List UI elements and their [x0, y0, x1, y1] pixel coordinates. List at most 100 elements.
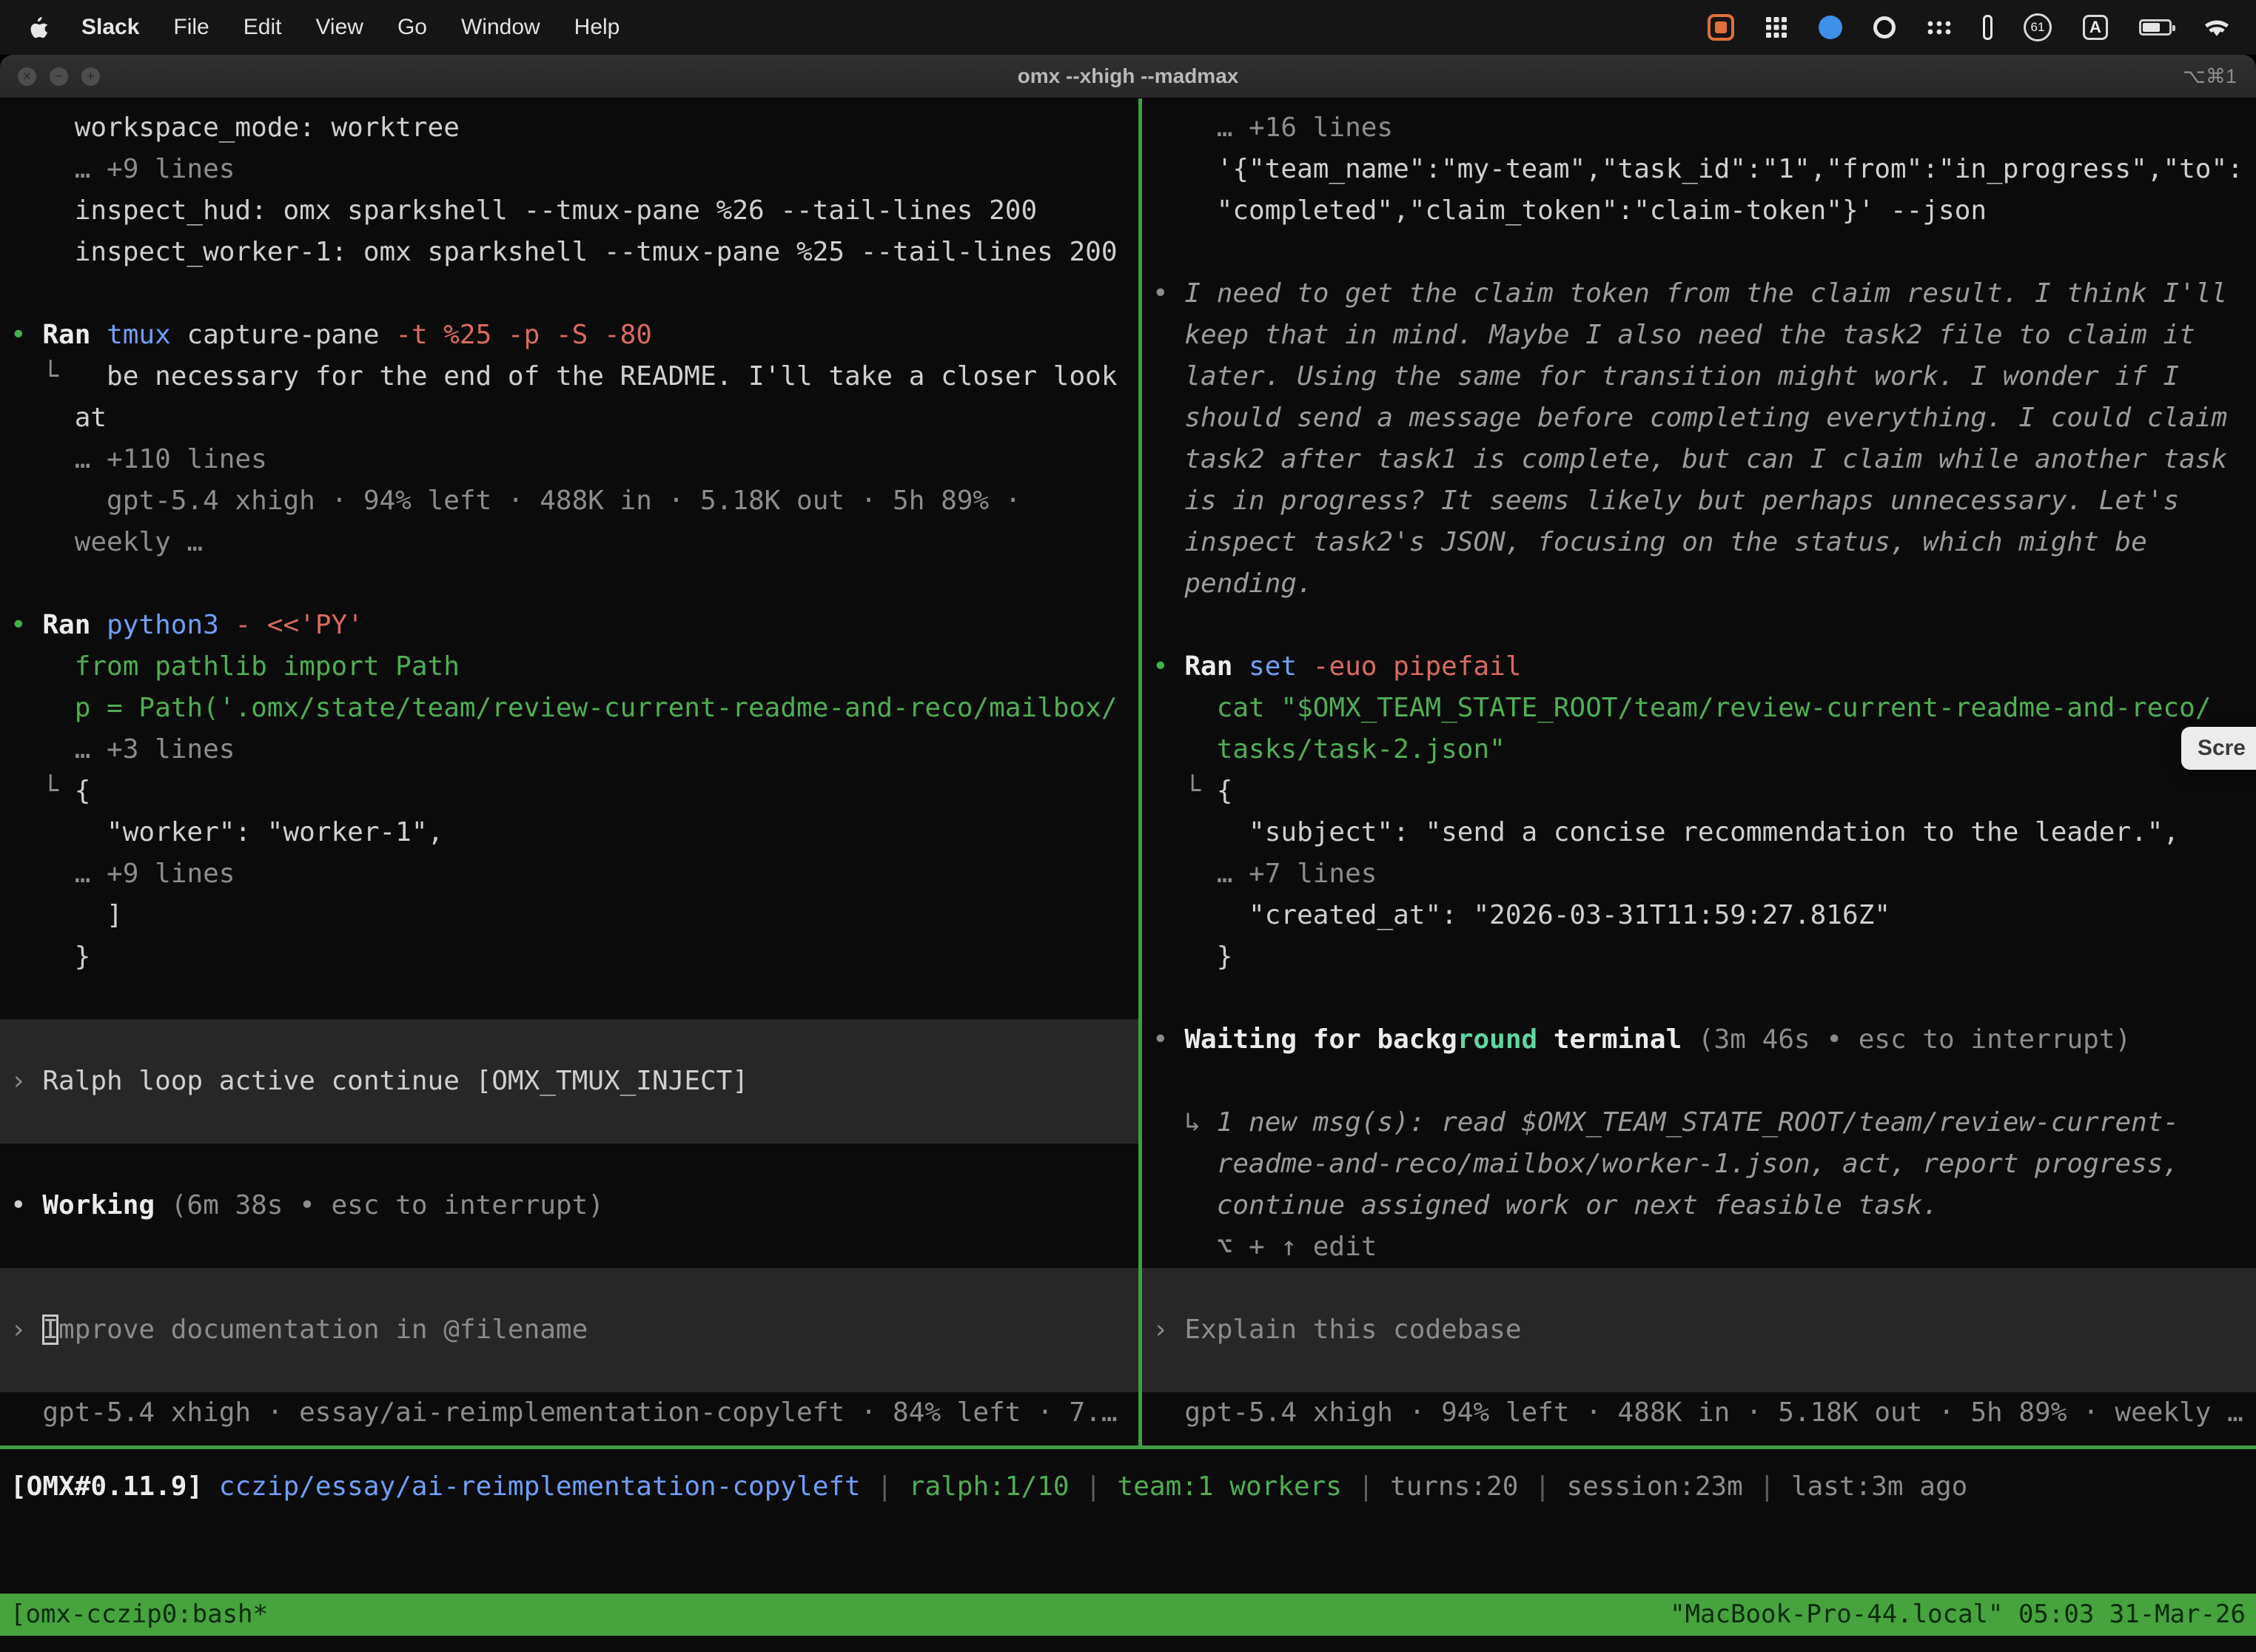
terminal-line: } [0, 936, 1138, 978]
screenshot-popup[interactable]: Scre [2181, 727, 2256, 770]
terminal-line: readme-and-reco/mailbox/worker-1.json, a… [1142, 1144, 2256, 1185]
terminal-line [1142, 605, 2256, 646]
terminal-line: p = Path('.omx/state/team/review-current… [0, 688, 1138, 729]
terminal-line: "created_at": "2026-03-31T11:59:27.816Z" [1142, 895, 2256, 936]
terminal-line [0, 978, 1138, 1019]
waiting-status: • Waiting for background terminal (3m 46… [1142, 1019, 2256, 1061]
terminal-line [1142, 978, 2256, 1019]
slim-app-icon[interactable] [1983, 15, 1993, 40]
terminal-line: inspect_hud: omx sparkshell --tmux-pane … [0, 190, 1138, 232]
terminal-line: '{"team_name":"my-team","task_id":"1","f… [1142, 149, 2256, 190]
tmux-pane-right[interactable]: … +16 lines '{"team_name":"my-team","tas… [1142, 98, 2256, 1446]
ring-app-icon[interactable] [1873, 16, 1896, 38]
window-shortcut-hint: ⌥⌘1 [2183, 65, 2237, 88]
omx-hud-pane: [OMX#0.11.9] cczip/essay/ai-reimplementa… [0, 1466, 2256, 1508]
minimize-button[interactable]: − [50, 67, 68, 86]
tmux-pane-left[interactable]: workspace_mode: worktree … +9 lines insp… [0, 98, 1138, 1446]
terminal-line: later. Using the same for transition mig… [1142, 356, 2256, 397]
terminal-line: cat "$OMX_TEAM_STATE_ROOT/team/review-cu… [1142, 688, 2256, 729]
ralph-status-line: › Ralph loop active continue [OMX_TMUX_I… [0, 1061, 1138, 1102]
tmux-status-bar: [omx-cczip0:bash* "MacBook-Pro-44.local"… [0, 1594, 2256, 1636]
menu-bar: Slack File Edit View Go Window Help 61 A [0, 0, 2256, 55]
menu-file[interactable]: File [173, 15, 209, 40]
apple-menu-icon[interactable] [30, 16, 47, 38]
terminal-line [1142, 1061, 2256, 1102]
terminal-line [0, 563, 1138, 605]
tmux-pane-border-horizontal [0, 1446, 2256, 1449]
terminal-line: is in progress? It seems likely but perh… [1142, 480, 2256, 522]
wifi-icon[interactable] [2203, 17, 2231, 38]
menu-window[interactable]: Window [461, 15, 540, 40]
close-button[interactable]: × [18, 67, 36, 86]
terminal-line: └ { [0, 770, 1138, 812]
terminal-line: keep that in mind. Maybe I also need the… [1142, 315, 2256, 356]
terminal-line: at [0, 397, 1138, 439]
terminal-line: tasks/task-2.json" [1142, 729, 2256, 770]
terminal-line: … +7 lines [1142, 853, 2256, 895]
terminal-line: └ be necessary for the end of the README… [0, 356, 1138, 397]
terminal-line [1142, 232, 2256, 273]
terminal-line: weekly … [0, 522, 1138, 563]
blue-app-icon[interactable] [1819, 16, 1842, 39]
terminal-line: from pathlib import Path [0, 646, 1138, 688]
zoom-button[interactable]: + [81, 67, 100, 86]
pane-status-line: gpt-5.4 xhigh · essay/ai-reimplementatio… [0, 1392, 1138, 1434]
terminal-line [1142, 1351, 2256, 1392]
terminal-line [0, 1019, 1138, 1061]
menu-edit[interactable]: Edit [244, 15, 282, 40]
terminal-line: • Ran python3 - <<'PY' [0, 605, 1138, 646]
menu-help[interactable]: Help [574, 15, 620, 40]
terminal-line [0, 1351, 1138, 1392]
terminal-line: inspect task2's JSON, focusing on the st… [1142, 522, 2256, 563]
terminal-line: workspace_mode: worktree [0, 107, 1138, 149]
working-status: • Working (6m 38s • esc to interrupt) [0, 1185, 1138, 1226]
terminal-line [0, 1268, 1138, 1309]
terminal-line: … +9 lines [0, 853, 1138, 895]
thinking-text: • I need to get the claim token from the… [1142, 273, 2256, 315]
terminal-line: inspect_worker-1: omx sparkshell --tmux-… [0, 232, 1138, 273]
terminal-line: } [1142, 936, 2256, 978]
input-source-icon[interactable]: A [2083, 15, 2108, 40]
terminal-line: └ { [1142, 770, 2256, 812]
terminal-line: … +110 lines [0, 439, 1138, 480]
battery-icon[interactable] [2139, 19, 2172, 36]
terminal-line: "subject": "send a concise recommendatio… [1142, 812, 2256, 853]
pane-status-line: gpt-5.4 xhigh · 94% left · 488K in · 5.1… [1142, 1392, 2256, 1434]
composer-input-right: › Explain this codebase [1142, 1309, 2256, 1351]
terminal-line: gpt-5.4 xhigh · 94% left · 488K in · 5.1… [0, 480, 1138, 522]
window-titlebar[interactable]: × − + omx --xhigh --madmax ⌥⌘1 [0, 55, 2256, 98]
terminal-line: • Ran tmux capture-pane -t %25 -p -S -80 [0, 315, 1138, 356]
terminal-line [1142, 1268, 2256, 1309]
terminal-line: "completed","claim_token":"claim-token"}… [1142, 190, 2256, 232]
composer-input-left: › Improve documentation in @filename [0, 1309, 1138, 1351]
tmux-session-window[interactable]: [omx-cczip0:bash* [10, 1594, 268, 1636]
terminal-line: ⌥ + ↑ edit [1142, 1226, 2256, 1268]
terminal-line: "worker": "worker-1", [0, 812, 1138, 853]
terminal-line: … +9 lines [0, 149, 1138, 190]
terminal-line [0, 1144, 1138, 1185]
terminal-line: task2 after task1 is complete, but can I… [1142, 439, 2256, 480]
menu-view[interactable]: View [315, 15, 363, 40]
terminal-line [0, 273, 1138, 315]
tmux-host-clock: "MacBook-Pro-44.local" 05:03 31-Mar-26 [1670, 1594, 2246, 1636]
terminal-line: should send a message before completing … [1142, 397, 2256, 439]
terminal-content: workspace_mode: worktree … +9 lines insp… [0, 98, 2256, 1652]
terminal-window: × − + omx --xhigh --madmax ⌥⌘1 workspace… [0, 55, 2256, 1652]
menu-go[interactable]: Go [397, 15, 427, 40]
screen-recording-indicator-icon[interactable] [1708, 14, 1734, 41]
terminal-line: ] [0, 895, 1138, 936]
battery-percent-circle-icon[interactable]: 61 [2024, 13, 2052, 41]
window-title: omx --xhigh --madmax [0, 64, 2256, 88]
terminal-line: pending. [1142, 563, 2256, 605]
terminal-line [0, 1226, 1138, 1268]
terminal-line: … +16 lines [1142, 107, 2256, 149]
mailbox-notice: ↳ 1 new msg(s): read $OMX_TEAM_STATE_ROO… [1142, 1102, 2256, 1144]
terminal-line: … +3 lines [0, 729, 1138, 770]
terminal-line: • Ran set -euo pipefail [1142, 646, 2256, 688]
omx-hud-status-line: [OMX#0.11.9] cczip/essay/ai-reimplementa… [0, 1466, 2256, 1508]
terminal-line [0, 1102, 1138, 1144]
terminal-line: continue assigned work or next feasible … [1142, 1185, 2256, 1226]
app-menu-slack[interactable]: Slack [81, 15, 139, 40]
grid-icon[interactable] [1765, 16, 1787, 38]
dots-icon[interactable] [1927, 19, 1952, 36]
